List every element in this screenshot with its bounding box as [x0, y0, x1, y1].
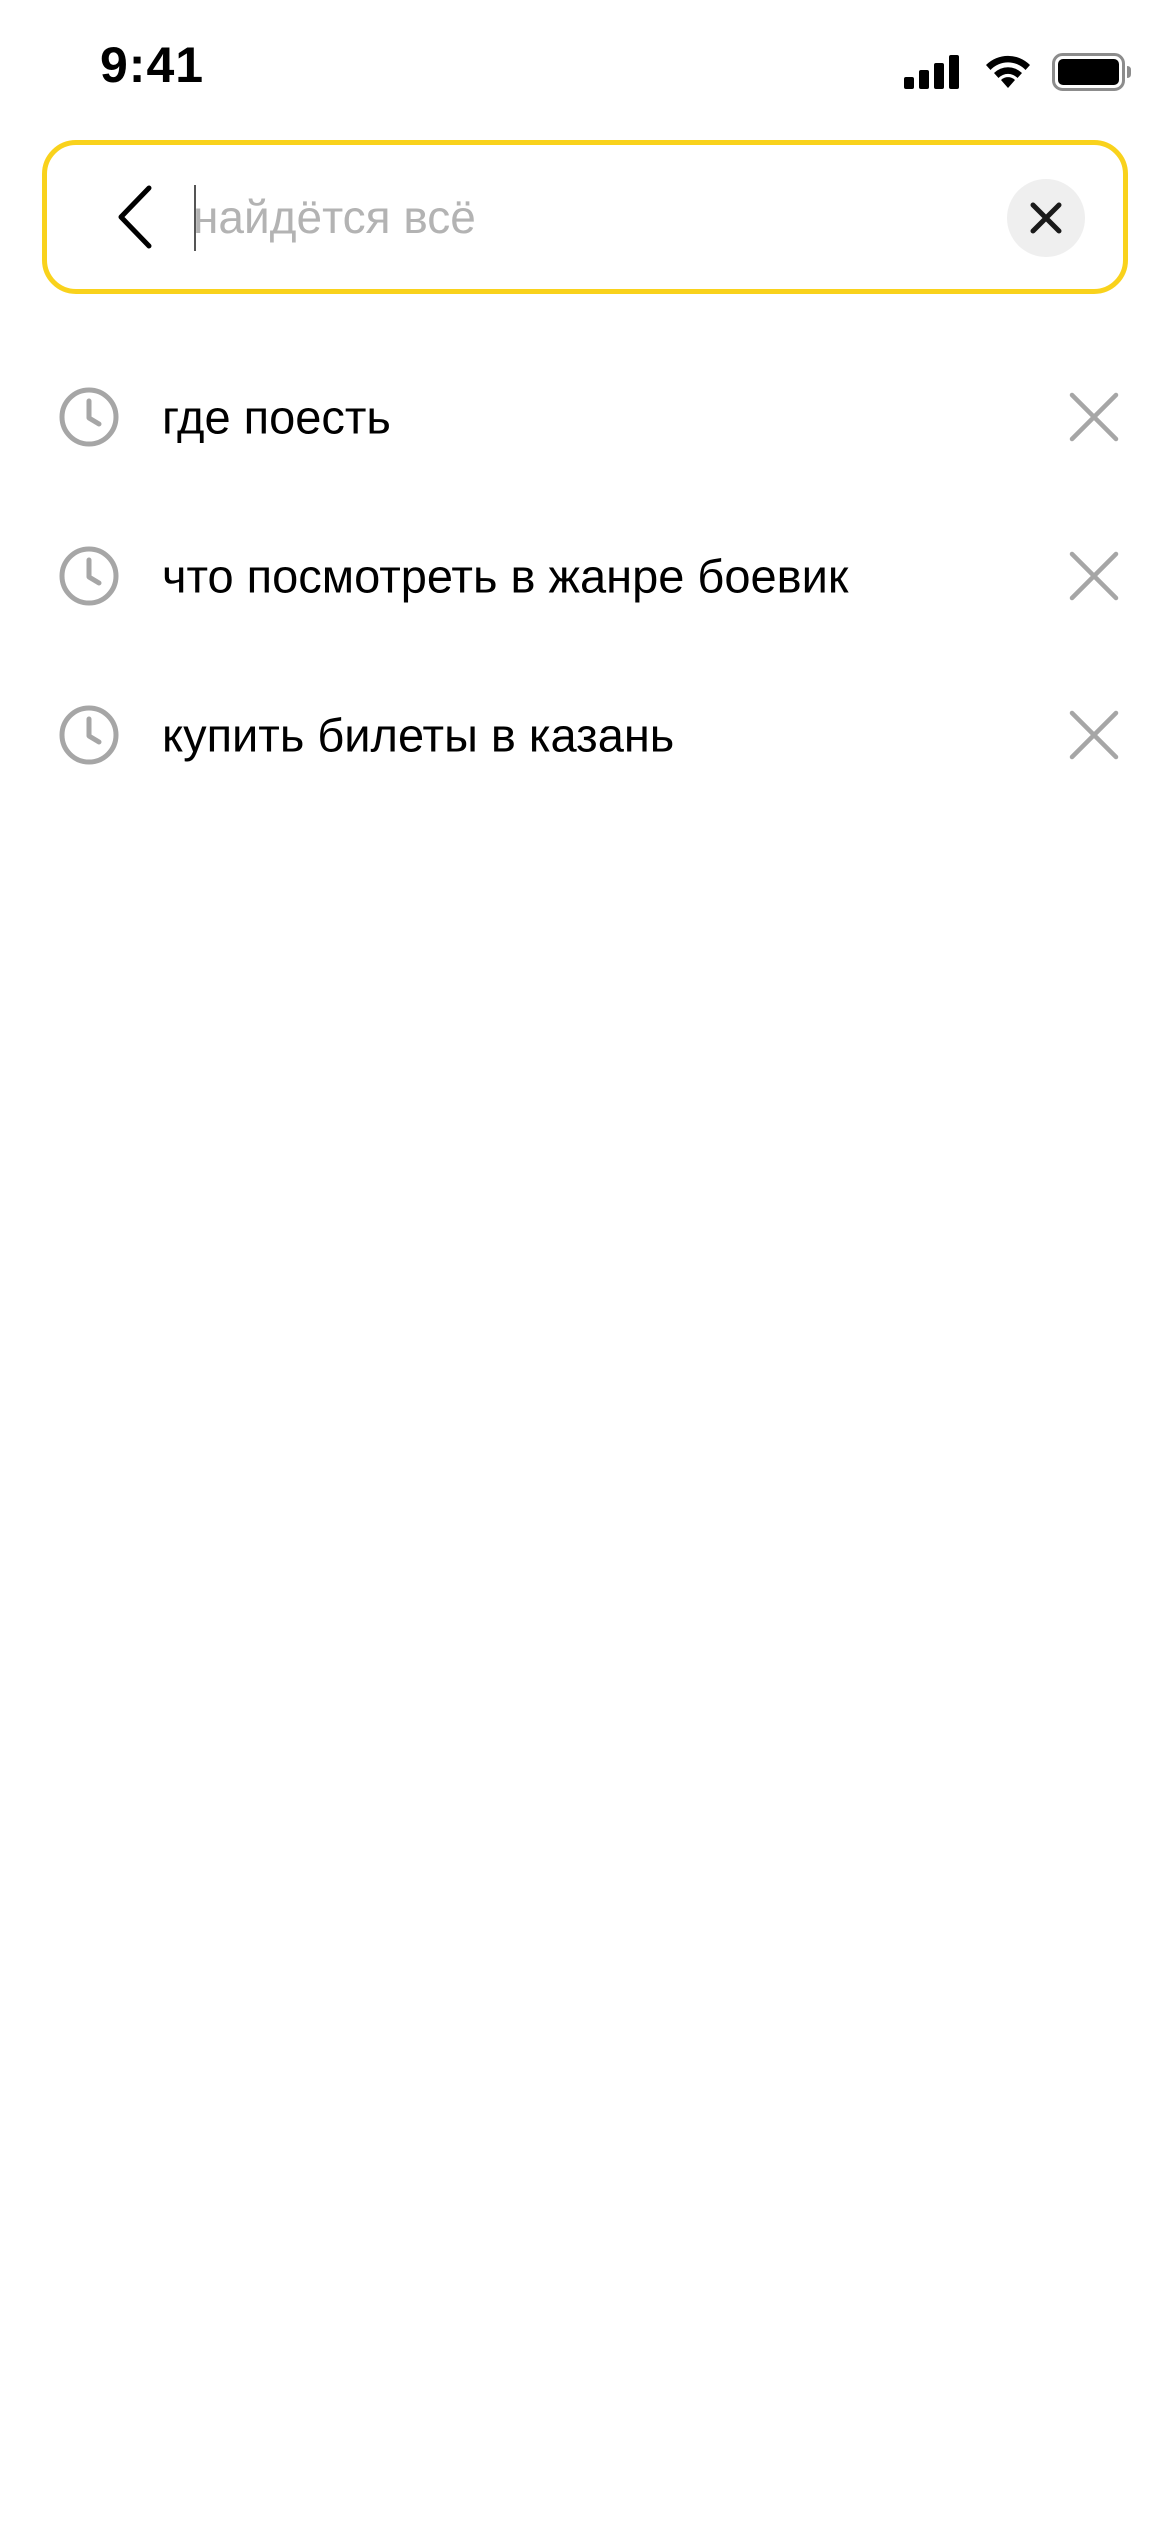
history-item[interactable]: где поесть — [0, 337, 1170, 496]
remove-history-item-button[interactable] — [1064, 546, 1124, 606]
history-item-text: где поесть — [162, 390, 391, 443]
clear-search-button[interactable] — [1007, 179, 1085, 257]
history-item[interactable]: что посмотреть в жанре боевик — [0, 496, 1170, 655]
close-icon — [1030, 202, 1062, 234]
history-item-text: что посмотреть в жанре боевик — [162, 549, 849, 602]
search-screen: 9:41 найдётся всё где поесть что посмотр… — [0, 0, 1170, 2532]
text-cursor — [194, 185, 196, 251]
wifi-icon — [986, 55, 1030, 88]
clock-icon — [59, 387, 119, 446]
cellular-signal-icon — [904, 55, 959, 89]
status-time: 9:41 — [100, 37, 205, 93]
history-item[interactable]: купить билеты в казань — [0, 655, 1170, 814]
remove-history-item-button[interactable] — [1064, 705, 1124, 765]
search-history-list: где поесть что посмотреть в жанре боевик — [0, 337, 1170, 814]
close-icon — [1069, 551, 1119, 600]
search-bar — [42, 140, 1128, 294]
status-bar: 9:41 — [0, 0, 1170, 140]
clock-icon — [59, 705, 119, 764]
close-icon — [1069, 710, 1119, 759]
back-button[interactable] — [93, 175, 177, 259]
battery-icon — [1052, 53, 1131, 91]
history-item-text: купить билеты в казань — [162, 708, 675, 761]
search-input[interactable] — [193, 177, 993, 257]
status-icons — [904, 52, 1132, 92]
close-icon — [1069, 392, 1119, 441]
chevron-left-icon — [118, 185, 152, 249]
remove-history-item-button[interactable] — [1064, 387, 1124, 447]
clock-icon — [59, 546, 119, 605]
